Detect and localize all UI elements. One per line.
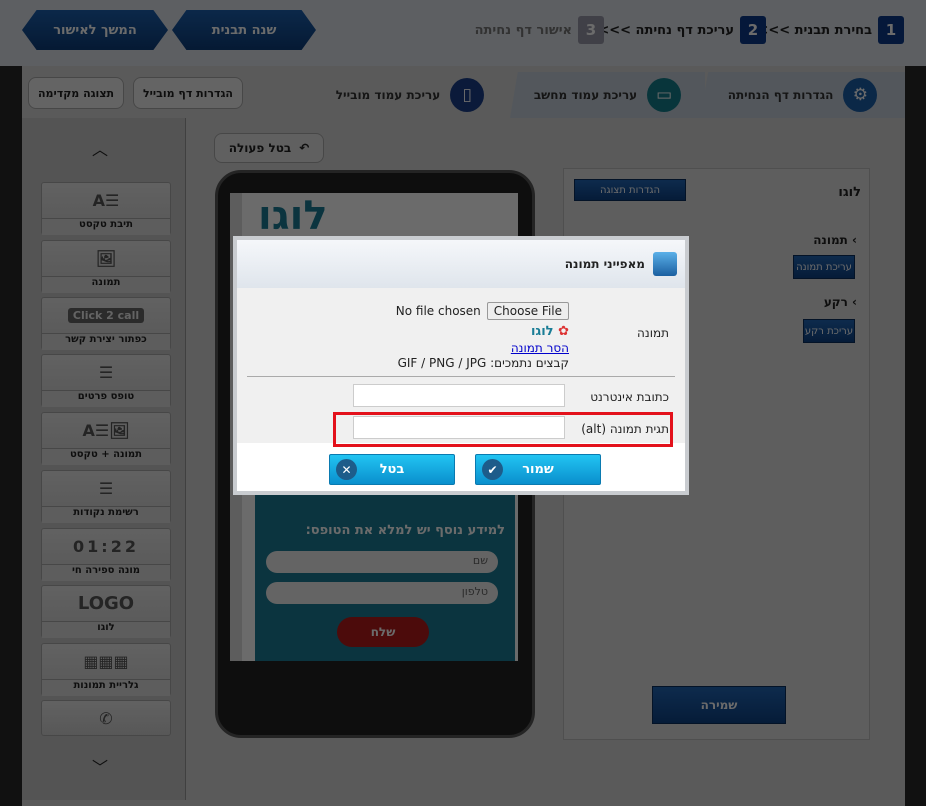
display-settings-button[interactable]: הגדרות תצוגה [574,179,686,201]
preview-button[interactable]: תצוגה מקדימה [28,77,124,109]
undo-button[interactable]: ↶ בטל פעולה [214,133,324,163]
widget-gallery[interactable]: ▦▦▦ גלריית תמונות [41,643,171,696]
no-file-text: No file chosen [395,304,481,318]
logo-preview: לוגו ✿ [530,324,569,339]
step-2: 2 עריכת דף נחיתה >>> [598,16,766,44]
dialog-title: מאפייני תמונה [564,257,645,271]
mobile-settings-button[interactable]: הגדרות דף מובייל [133,77,243,109]
cancel-button[interactable]: ✕ בטל [329,454,455,485]
click2call-icon: Click 2 call [67,308,145,323]
widget-counter[interactable]: 01:22 מונה ספירה חי [41,528,171,581]
widget-sidebar: ︿ A☰ תיבת טקסט 🖼 תמונה Click 2 call כפתור י… [22,118,186,800]
step-3: 3 אישור דף נחיתה [475,16,604,44]
text-box-icon: A☰ [92,191,120,210]
scroll-down-icon[interactable]: ﹀ [92,754,108,778]
image-label: תמונה [637,326,669,340]
edit-image-button[interactable]: עריכת תמונה [793,255,855,279]
camera-icon [653,252,677,276]
mobile-icon: ▯ [450,78,485,112]
send-button[interactable]: שלח [337,617,429,647]
step-1: 1 בחירת תבנית >>> [757,16,904,44]
whatsapp-icon: ✆ [99,709,113,728]
bg-section-label: › רקע [823,295,857,309]
logo-icon: LOGO [77,593,135,614]
image-properties-dialog: מאפייני תמונה תמונה No file chosen Choos… [233,236,689,495]
divider [247,376,675,377]
image-icon: 🖼 [95,249,117,268]
name-field[interactable]: שם [266,551,498,573]
counter-icon: 01:22 [73,537,139,556]
dialog-header: מאפייני תמונה [237,240,685,288]
widget-logo[interactable]: LOGO לוגו [41,585,171,638]
monitor-icon: ▭ [647,78,682,112]
widget-text-box[interactable]: A☰ תיבת טקסט [41,182,171,235]
tab-desktop-edit[interactable]: ▭ עריכת עמוד מחשב [510,72,705,118]
close-icon: ✕ [336,459,357,480]
phone-field[interactable]: טלפון [266,582,498,604]
widget-form[interactable]: ☰ טופס פרטים [41,354,171,407]
url-input[interactable] [353,384,565,407]
image-section-label: › תמונה [813,233,857,247]
widget-click2call[interactable]: Click 2 call כפתור יצירת קשר [41,297,171,350]
phone-form: למידע נוסף יש למלא את הטופס: שם טלפון של… [255,495,515,661]
url-label: כתובת אינטרנט [590,390,669,404]
alt-input[interactable] [353,416,565,439]
undo-icon: ↶ [299,141,310,155]
check-icon: ✔ [482,459,503,480]
top-bar: 1 בחירת תבנית >>> 2 עריכת דף נחיתה >>> 3 אי… [0,0,926,66]
form-icon: ☰ [98,363,114,382]
edit-bg-button[interactable]: עריכת רקע [803,319,855,343]
widget-whatsapp[interactable]: ✆ [41,700,171,736]
bullet-list-icon: ☰ [98,479,114,498]
tab-landing-settings[interactable]: ⚙ הגדרות דף הנחיתה [700,72,905,118]
form-title: למידע נוסף יש למלא את הטופס: [305,523,505,538]
save-panel-button[interactable]: שמירה [652,686,786,724]
image-text-icon: A☰🖼 [82,421,130,440]
widget-bullet-list[interactable]: ☰ רשימת נקודות [41,470,171,523]
scroll-up-icon[interactable]: ︿ [92,136,108,160]
save-button[interactable]: ✔ שמור [475,454,601,485]
alt-label: תגית תמונה (alt) [581,422,669,436]
gear-icon: ⚙ [843,78,878,112]
widget-image[interactable]: 🖼 תמונה [41,240,171,293]
choose-file-button[interactable]: Choose File [486,302,569,320]
continue-button[interactable]: המשך לאישור [22,10,168,50]
panel-title: לוגו [838,185,861,200]
phone-logo[interactable]: לוגו [258,193,328,239]
tab-mobile-edit[interactable]: ▯ עריכת עמוד מובייל [310,72,510,118]
remove-image-link[interactable]: הסר תמונה [511,341,569,355]
flower-icon: ✿ [558,324,569,339]
supported-formats: קבצים נתמכים: GIF / PNG / JPG [397,356,569,370]
gallery-icon: ▦▦▦ [83,652,129,671]
change-template-button[interactable]: שנה תבנית [172,10,316,50]
widget-image-text[interactable]: A☰🖼 תמונה + טקסט [41,412,171,465]
